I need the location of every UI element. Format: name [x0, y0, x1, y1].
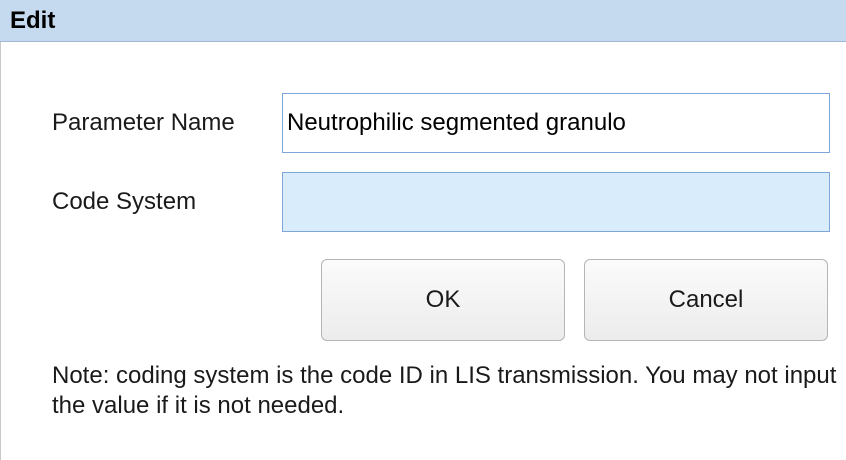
edit-dialog: Edit Parameter Name Code System OK Cance… — [0, 0, 846, 460]
dialog-left-border — [0, 42, 1, 460]
code-system-input[interactable] — [282, 172, 830, 232]
ok-button[interactable]: OK — [321, 259, 565, 341]
parameter-name-input[interactable] — [282, 93, 830, 153]
dialog-titlebar[interactable]: Edit — [0, 0, 846, 42]
dialog-title: Edit — [10, 7, 56, 34]
note-text: Note: coding system is the code ID in LI… — [52, 362, 837, 419]
cancel-button[interactable]: Cancel — [584, 259, 828, 341]
parameter-name-label: Parameter Name — [52, 109, 235, 136]
code-system-label: Code System — [52, 188, 197, 215]
